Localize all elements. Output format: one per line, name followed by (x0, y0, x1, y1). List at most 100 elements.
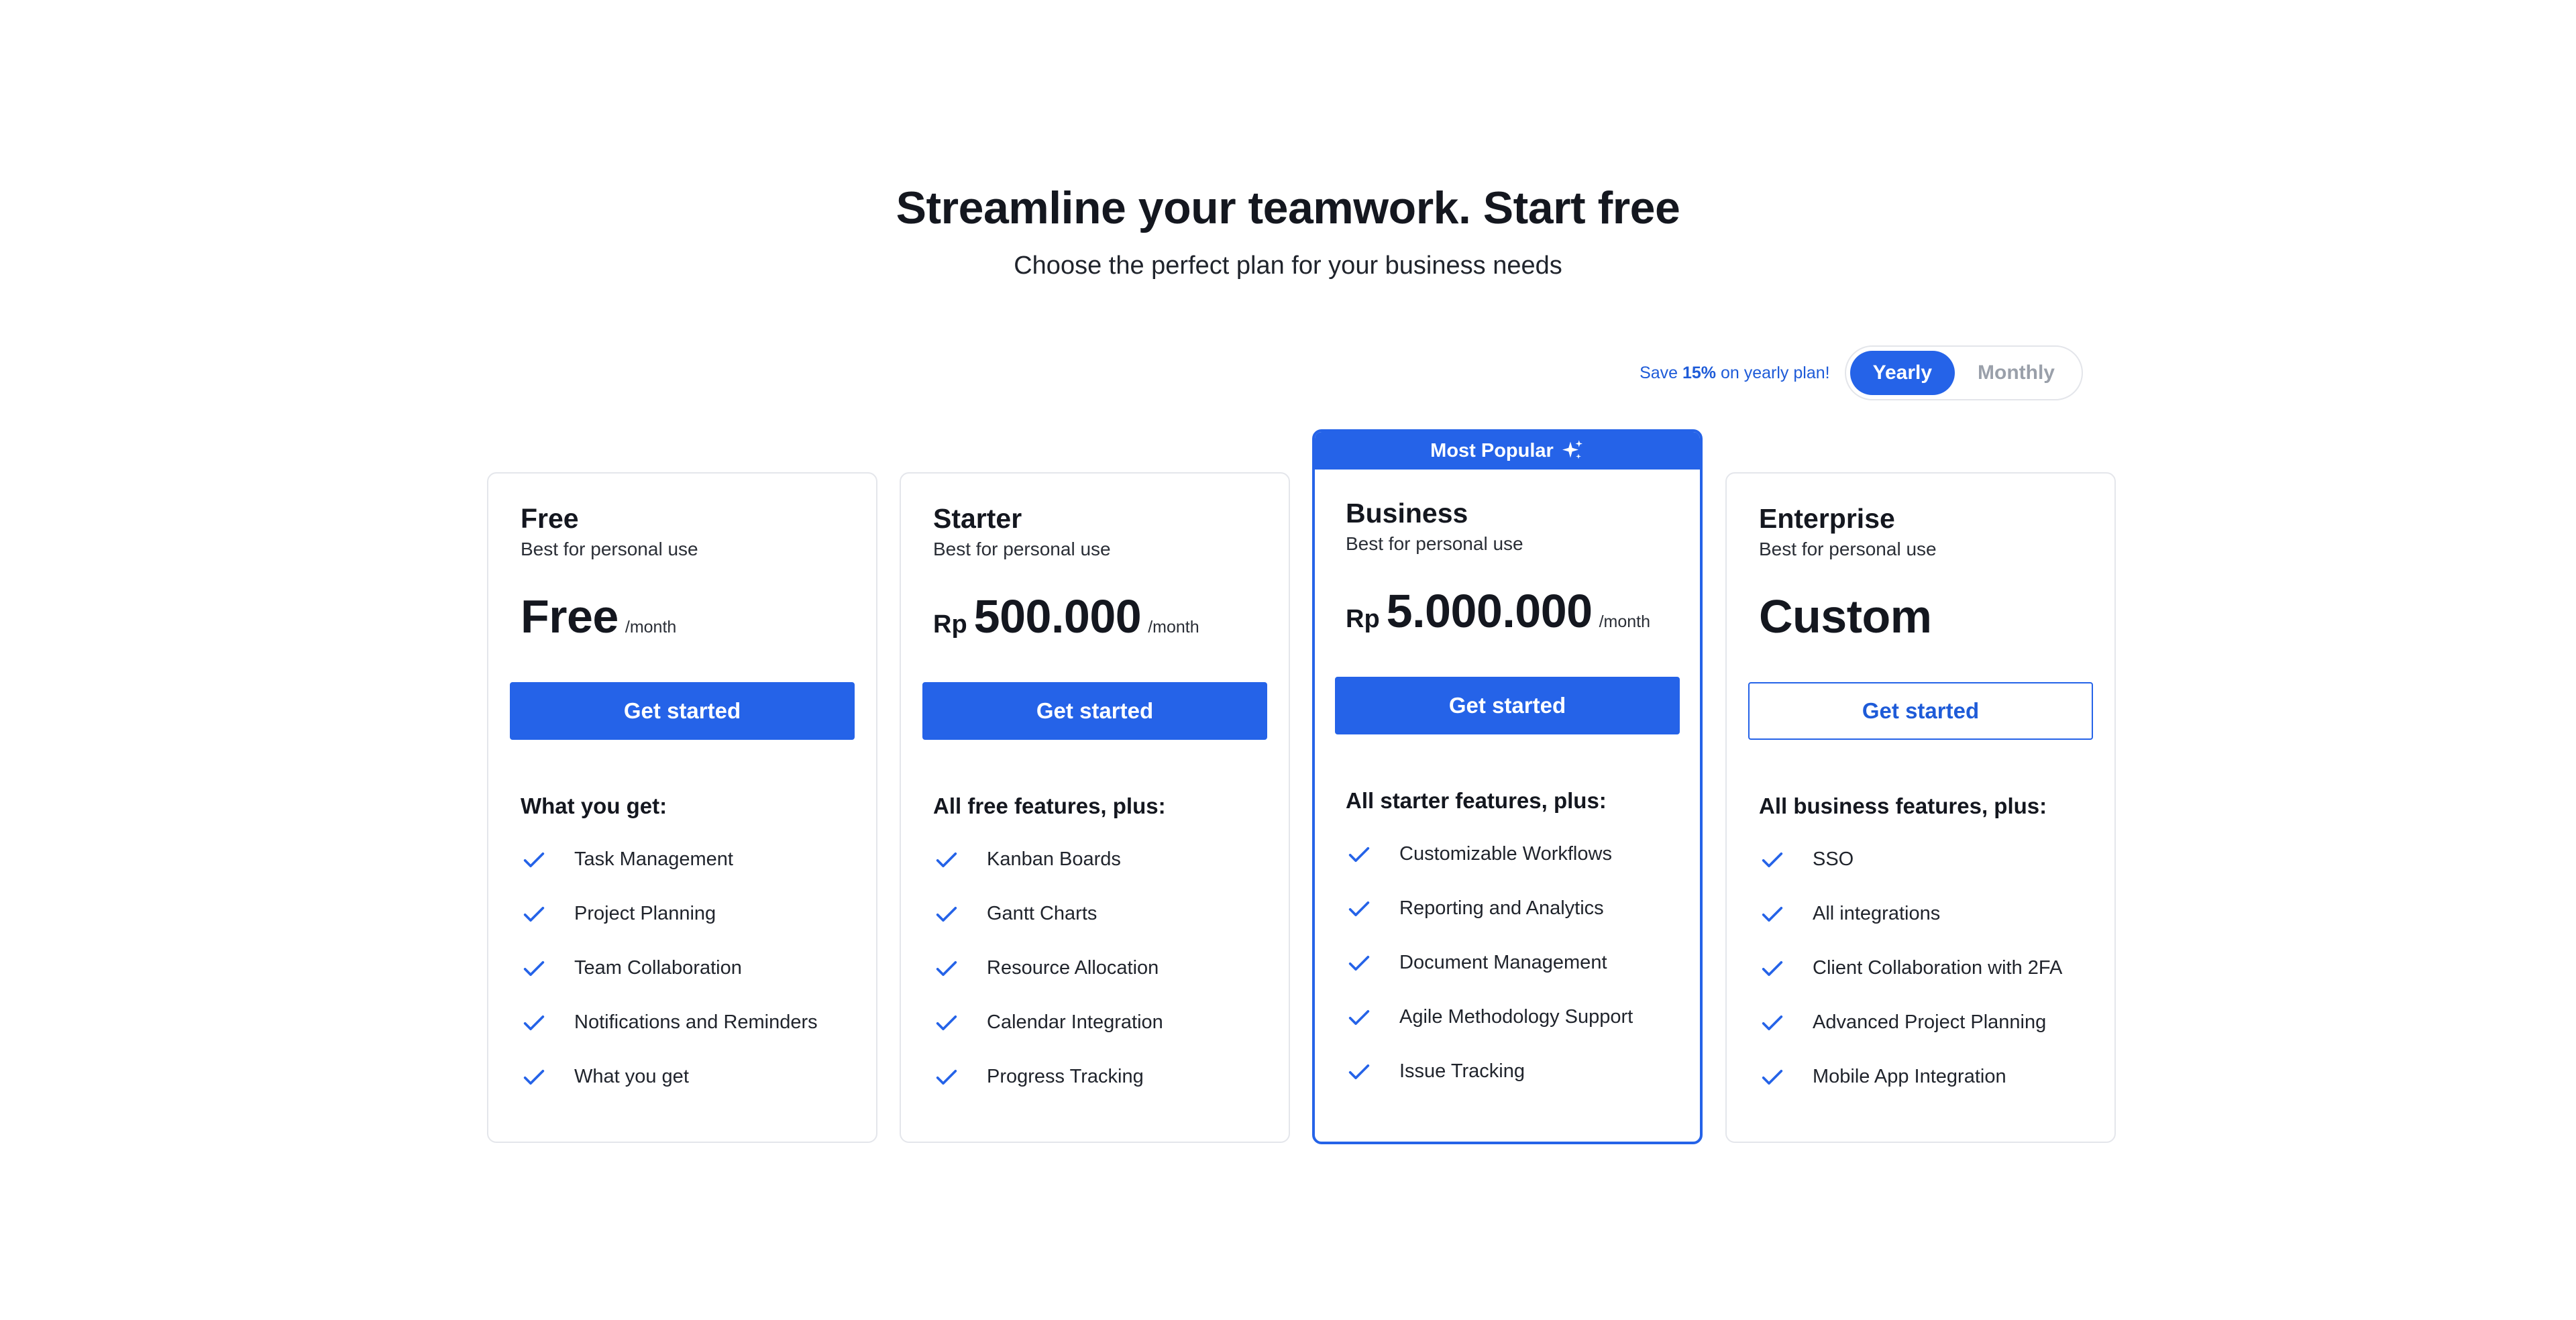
page-title: Streamline your teamwork. Start free (896, 182, 1680, 233)
check-icon (1348, 1009, 1370, 1025)
feature-label: Task Management (574, 848, 733, 871)
check-icon (936, 1015, 957, 1030)
billing-period-selector: Save 15% on yearly plan! Yearly Monthly (1640, 345, 2083, 400)
most-popular-badge: Most Popular (1315, 432, 1700, 470)
get-started-button-enterprise[interactable]: Get started (1748, 682, 2093, 740)
feature-label: Project Planning (574, 903, 716, 925)
savings-percent: 15% (1682, 363, 1717, 382)
features-heading: What you get: (521, 793, 667, 819)
check-icon (1762, 1015, 1783, 1030)
feature-label: Issue Tracking (1399, 1060, 1525, 1083)
check-icon (523, 1069, 545, 1085)
check-icon (523, 906, 545, 922)
plan-card-business: Most Popular Business Best for personal … (1312, 429, 1703, 1144)
check-icon (1348, 1064, 1370, 1079)
check-icon (523, 1015, 545, 1030)
price-currency: Rp (1346, 605, 1380, 634)
feature-item: Agile Methodology Support (1346, 990, 1680, 1044)
feature-list: SSO All integrations Client Collaboratio… (1759, 832, 2093, 1104)
feature-item: Document Management (1346, 936, 1680, 990)
feature-item: Calendar Integration (933, 995, 1267, 1050)
feature-item: Progress Tracking (933, 1050, 1267, 1104)
pricing-page: Streamline your teamwork. Start free Cho… (0, 0, 2576, 1320)
check-icon (523, 852, 545, 867)
get-started-button-starter[interactable]: Get started (922, 682, 1267, 740)
plan-price: Rp 500.000 /month (933, 590, 1267, 646)
check-icon (1348, 955, 1370, 971)
billing-toggle: Yearly Monthly (1844, 345, 2083, 400)
price-amount: Custom (1759, 590, 1932, 643)
check-icon (1762, 1069, 1783, 1085)
plan-price: Custom (1759, 590, 2093, 646)
feature-item: Advanced Project Planning (1759, 995, 2093, 1050)
feature-item: Notifications and Reminders (521, 995, 855, 1050)
feature-item: Team Collaboration (521, 941, 855, 995)
check-icon (936, 906, 957, 922)
feature-item: All integrations (1759, 887, 2093, 941)
sparkles-icon (1562, 440, 1582, 459)
plan-tagline: Best for personal use (933, 539, 1111, 560)
check-icon (1762, 960, 1783, 976)
price-amount: Free (521, 590, 619, 643)
plan-price: Rp 5.000.000 /month (1346, 584, 1680, 641)
feature-label: Calendar Integration (987, 1011, 1163, 1034)
check-icon (523, 960, 545, 976)
check-icon (936, 852, 957, 867)
yearly-savings-note: Save 15% on yearly plan! (1640, 364, 1830, 383)
feature-item: Task Management (521, 832, 855, 887)
billing-option-monthly[interactable]: Monthly (1955, 351, 2078, 395)
feature-item: Client Collaboration with 2FA (1759, 941, 2093, 995)
feature-list: Customizable Workflows Reporting and Ana… (1346, 827, 1680, 1099)
feature-item: Gantt Charts (933, 887, 1267, 941)
feature-item: SSO (1759, 832, 2093, 887)
feature-item: Customizable Workflows (1346, 827, 1680, 881)
feature-label: Progress Tracking (987, 1066, 1144, 1088)
badge-label: Most Popular (1430, 439, 1554, 461)
price-period: /month (1148, 618, 1199, 637)
savings-prefix: Save (1640, 363, 1682, 382)
plan-card-starter: Starter Best for personal use Rp 500.000… (900, 472, 1290, 1143)
feature-item: Resource Allocation (933, 941, 1267, 995)
feature-label: SSO (1813, 848, 1854, 871)
get-started-button-business[interactable]: Get started (1335, 677, 1680, 735)
plan-card-enterprise: Enterprise Best for personal use Custom … (1725, 472, 2116, 1143)
feature-item: Project Planning (521, 887, 855, 941)
feature-list: Kanban Boards Gantt Charts Resource Allo… (933, 832, 1267, 1104)
feature-label: Team Collaboration (574, 957, 742, 979)
check-icon (936, 1069, 957, 1085)
feature-label: Advanced Project Planning (1813, 1011, 2047, 1034)
page-subtitle: Choose the perfect plan for your busines… (1014, 251, 1562, 280)
check-icon (936, 960, 957, 976)
feature-item: Mobile App Integration (1759, 1050, 2093, 1104)
feature-label: Mobile App Integration (1813, 1066, 2006, 1088)
plan-tagline: Best for personal use (1346, 533, 1523, 555)
plan-name: Free (521, 503, 579, 534)
feature-label: Customizable Workflows (1399, 843, 1612, 865)
price-currency: Rp (933, 610, 967, 639)
feature-item: What you get (521, 1050, 855, 1104)
feature-item: Issue Tracking (1346, 1044, 1680, 1099)
check-icon (1762, 906, 1783, 922)
feature-label: Agile Methodology Support (1399, 1006, 1633, 1028)
price-amount: 5.000.000 (1386, 585, 1593, 638)
feature-item: Reporting and Analytics (1346, 881, 1680, 936)
plan-name: Business (1346, 498, 1468, 529)
plan-name: Starter (933, 503, 1022, 534)
feature-label: Client Collaboration with 2FA (1813, 957, 2063, 979)
feature-label: Notifications and Reminders (574, 1011, 818, 1034)
feature-label: Reporting and Analytics (1399, 897, 1604, 920)
feature-item: Kanban Boards (933, 832, 1267, 887)
price-amount: 500.000 (973, 590, 1142, 643)
feature-label: What you get (574, 1066, 689, 1088)
plan-tagline: Best for personal use (521, 539, 698, 560)
savings-suffix: on yearly plan! (1716, 363, 1830, 382)
feature-label: Kanban Boards (987, 848, 1121, 871)
billing-option-yearly[interactable]: Yearly (1849, 351, 1955, 395)
plan-price: Free /month (521, 590, 855, 646)
plan-tagline: Best for personal use (1759, 539, 1937, 560)
get-started-button-free[interactable]: Get started (510, 682, 855, 740)
feature-list: Task Management Project Planning Team Co… (521, 832, 855, 1104)
feature-label: Resource Allocation (987, 957, 1159, 979)
check-icon (1762, 852, 1783, 867)
plan-card-free: Free Best for personal use Free /month G… (487, 472, 877, 1143)
